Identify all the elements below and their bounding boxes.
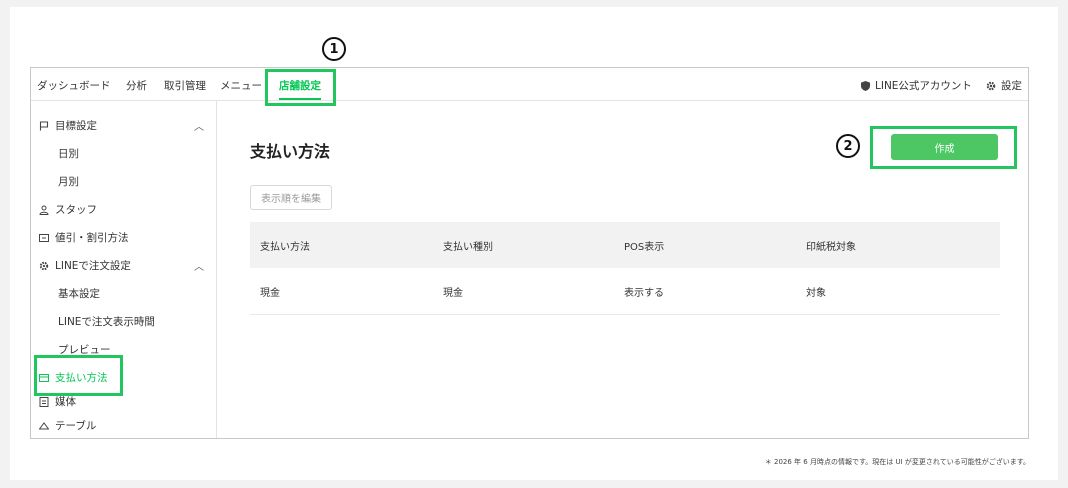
highlight-create-button: [870, 126, 1017, 169]
page-title: 支払い方法: [250, 142, 331, 161]
sidebar-item-label: テーブル: [55, 420, 97, 432]
sidebar-item-label: 媒体: [55, 396, 76, 408]
column-header: POS表示: [624, 242, 665, 253]
sidebar-item-line-order[interactable]: LINEで注文設定: [39, 258, 131, 273]
sidebar-item-media[interactable]: 媒体: [39, 394, 76, 409]
shield-icon: [861, 80, 870, 91]
payment-methods-table: 支払い方法 支払い種別 POS表示 印紙税対象 現金 現金 表示する 対象: [250, 222, 1000, 315]
nav-transactions[interactable]: 取引管理: [164, 78, 206, 93]
chevron-up-icon[interactable]: ︿: [194, 258, 204, 273]
highlight-payment-menu: [34, 355, 123, 396]
app-window: ダッシュボード 分析 取引管理 メニュー 店舗設定 LINE公式アカウント 設定…: [30, 67, 1029, 439]
step-badge-2: 2: [836, 134, 860, 158]
nav-dashboard[interactable]: ダッシュボード: [37, 78, 111, 93]
nav-analytics[interactable]: 分析: [126, 78, 147, 93]
tag-icon: [39, 233, 49, 242]
sidebar-item-discount[interactable]: 値引・割引方法: [39, 230, 129, 245]
table-cell: 表示する: [624, 288, 664, 299]
sidebar-item-label: スタッフ: [55, 204, 97, 216]
gear-icon: [39, 261, 49, 270]
column-header: 印紙税対象: [806, 242, 856, 253]
sidebar-item-label: 目標設定: [55, 120, 97, 132]
table-cell: 現金: [443, 288, 463, 299]
sidebar-item-daily[interactable]: 日別: [58, 146, 79, 161]
table-header: 支払い方法 支払い種別 POS表示 印紙税対象: [250, 222, 1000, 268]
flag-icon: [39, 120, 49, 130]
chevron-up-icon[interactable]: ︿: [194, 118, 204, 133]
sidebar-item-table[interactable]: テーブル: [39, 418, 96, 433]
highlight-store-settings: [265, 69, 336, 106]
nav-menu[interactable]: メニュー: [220, 78, 262, 93]
settings-label: 設定: [1001, 80, 1022, 92]
settings-link[interactable]: 設定: [986, 78, 1022, 93]
top-navigation: ダッシュボード 分析 取引管理 メニュー 店舗設定 LINE公式アカウント 設定: [31, 68, 1028, 101]
sidebar-item-label: 値引・割引方法: [55, 232, 129, 244]
person-icon: [39, 205, 49, 215]
sidebar-item-basic-settings[interactable]: 基本設定: [58, 286, 100, 301]
document-icon: [39, 396, 49, 407]
sidebar-item-label: LINEで注文設定: [55, 260, 131, 272]
table-cell: 現金: [260, 288, 280, 299]
edit-display-order-button[interactable]: 表示順を編集: [250, 185, 332, 210]
line-account-link[interactable]: LINE公式アカウント: [861, 78, 972, 93]
footnote: ＊ 2026 年 6 月時点の情報です。現在は UI が変更されている可能性がご…: [764, 458, 1030, 466]
table-row[interactable]: 現金 現金 表示する 対象: [250, 268, 1000, 315]
gear-icon: [986, 81, 996, 90]
sidebar-item-staff[interactable]: スタッフ: [39, 202, 97, 217]
step-badge-1: 1: [322, 37, 346, 61]
sidebar-item-line-order-time[interactable]: LINEで注文表示時間: [58, 314, 155, 329]
column-header: 支払い種別: [443, 242, 493, 253]
table-cell: 対象: [806, 288, 826, 299]
table-icon: [39, 421, 49, 429]
sidebar-item-monthly[interactable]: 月別: [58, 174, 79, 189]
sidebar-item-goal[interactable]: 目標設定: [39, 118, 97, 133]
column-header: 支払い方法: [260, 242, 310, 253]
line-account-label: LINE公式アカウント: [875, 80, 972, 92]
